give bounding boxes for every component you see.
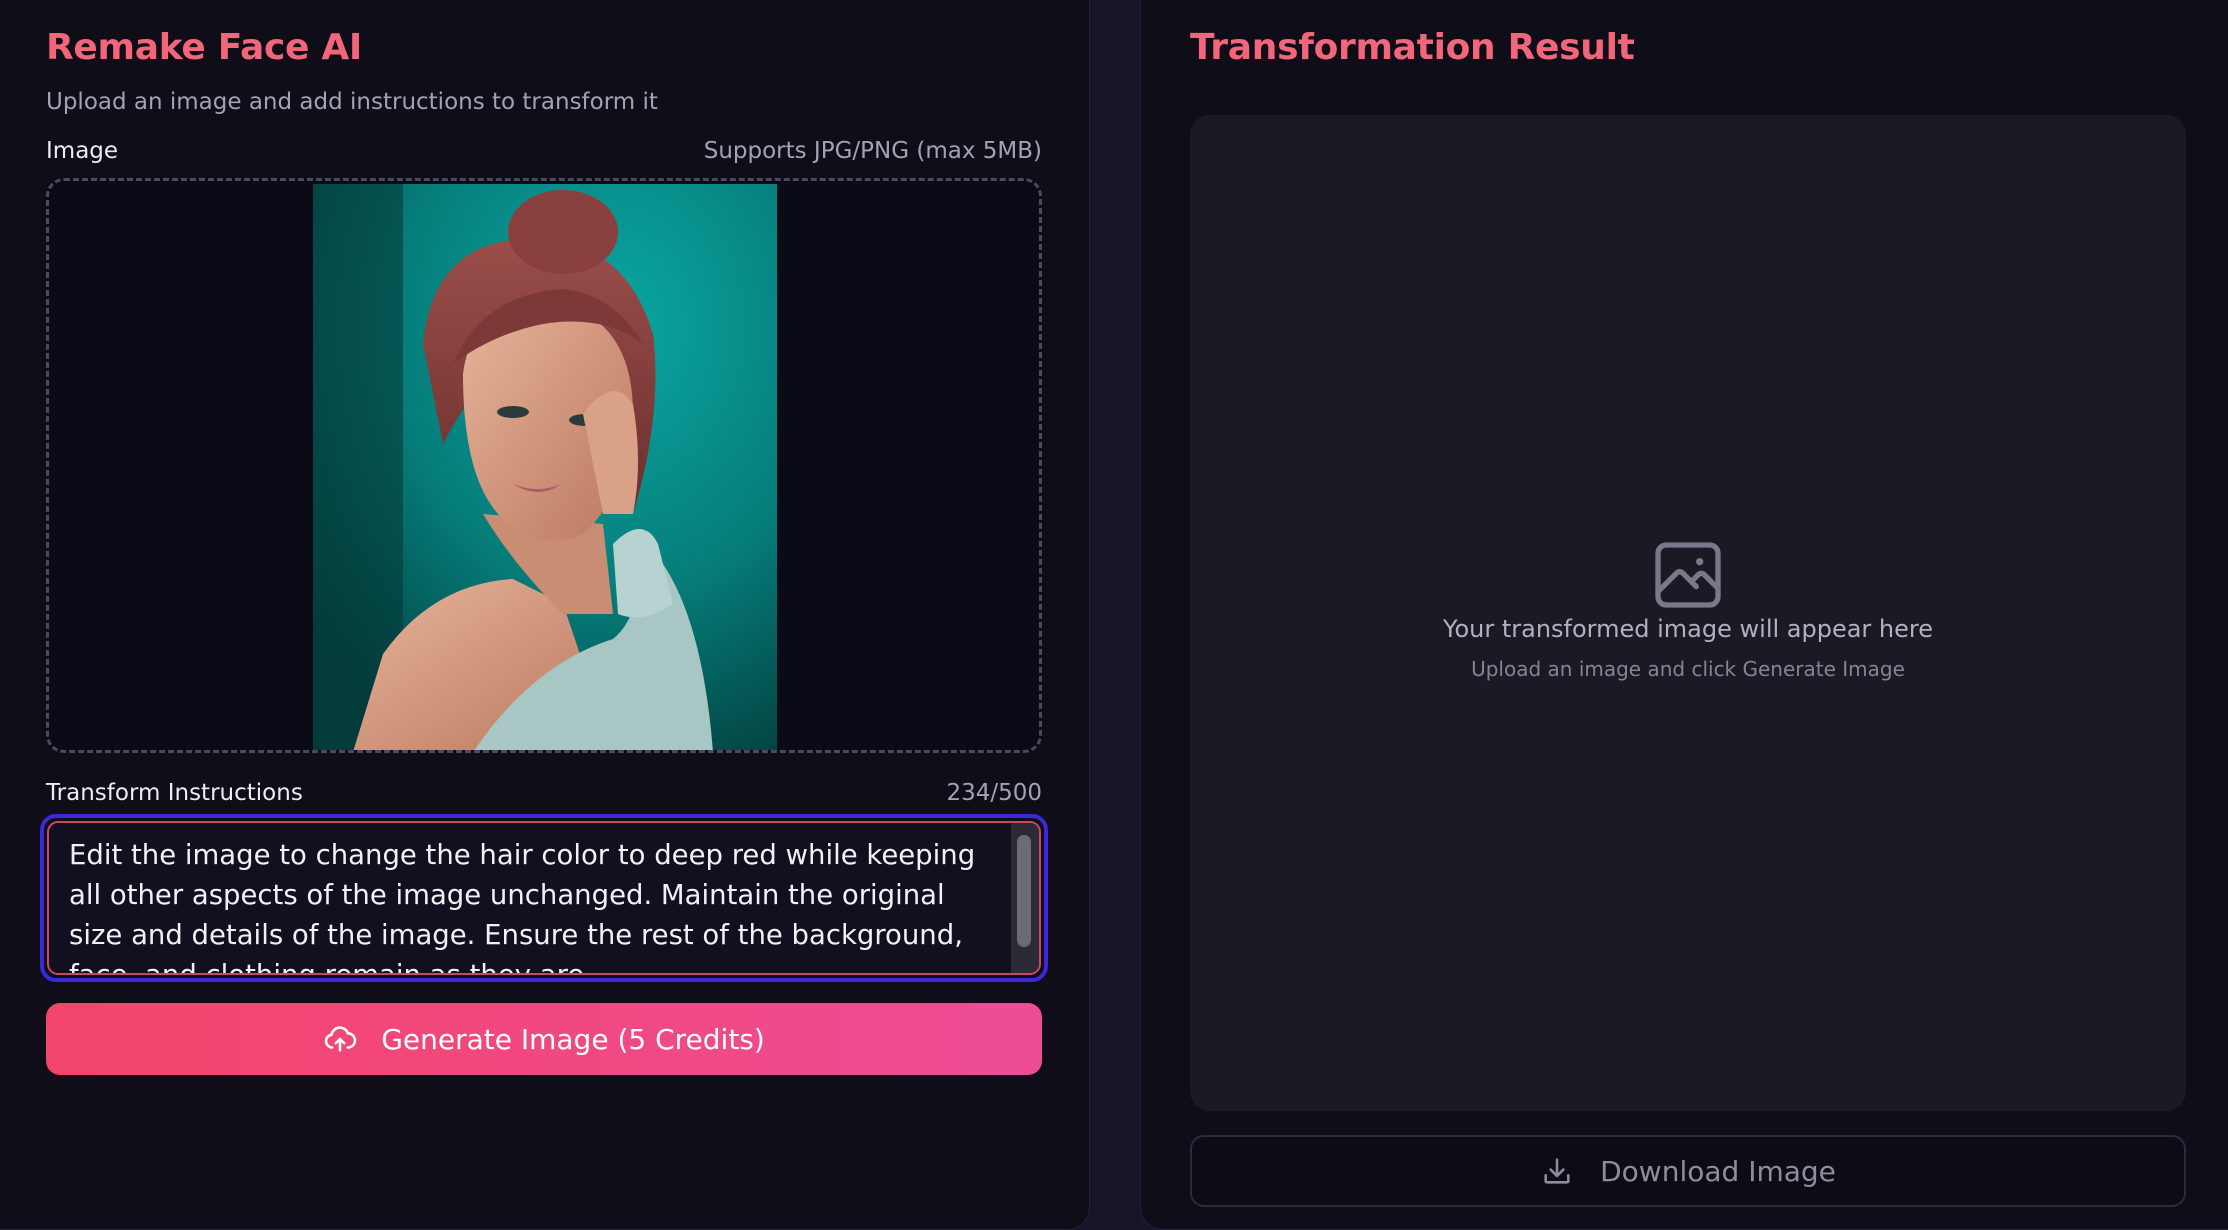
- page-subtitle: Upload an image and add instructions to …: [46, 89, 658, 115]
- instructions-label: Transform Instructions: [46, 780, 303, 806]
- scrollbar-thumb[interactable]: [1017, 835, 1031, 947]
- image-format-hint: Supports JPG/PNG (max 5MB): [703, 138, 1042, 164]
- instructions-textarea[interactable]: Edit the image to change the hair color …: [47, 821, 1041, 975]
- generate-button-label: Generate Image (5 Credits): [381, 1022, 765, 1056]
- page-title: Remake Face AI: [46, 27, 362, 68]
- result-title: Transformation Result: [1190, 27, 1635, 68]
- download-image-button[interactable]: Download Image: [1190, 1135, 2186, 1207]
- image-icon: [1655, 542, 1721, 608]
- upload-panel: Remake Face AI Upload an image and add i…: [0, 0, 1090, 1230]
- instructions-textarea-focus-ring: Edit the image to change the hair color …: [40, 814, 1048, 982]
- result-panel: Transformation Result Your transformed i…: [1140, 0, 2228, 1230]
- image-label: Image: [46, 138, 119, 164]
- cloud-upload-icon: [325, 1026, 357, 1052]
- placeholder-message: Your transformed image will appear here: [1442, 615, 1934, 643]
- instructions-text: Edit the image to change the hair color …: [69, 839, 976, 975]
- download-button-label: Download Image: [1600, 1154, 1836, 1188]
- char-counter: 234/500: [946, 780, 1042, 806]
- uploaded-image: [313, 184, 777, 750]
- result-preview: Your transformed image will appear here …: [1190, 115, 2186, 1111]
- download-icon: [1544, 1158, 1570, 1184]
- textarea-scrollbar[interactable]: [1011, 823, 1039, 973]
- generate-image-button[interactable]: Generate Image (5 Credits): [46, 1003, 1042, 1075]
- placeholder-hint: Upload an image and click Generate Image: [1471, 657, 1905, 681]
- image-dropzone[interactable]: [46, 178, 1042, 753]
